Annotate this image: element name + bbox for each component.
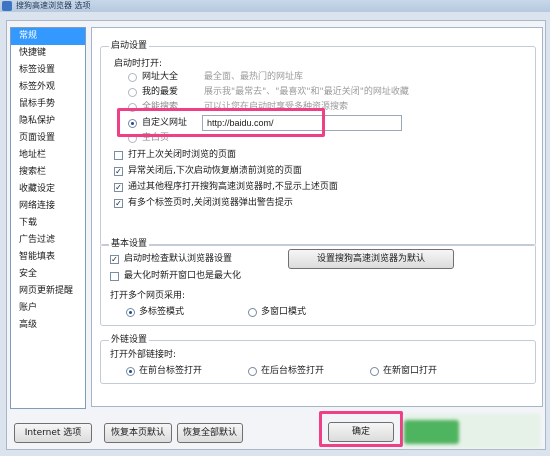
- sidebar-item-page-settings[interactable]: 页面设置: [11, 130, 85, 147]
- basic-group-title: 基本设置: [109, 239, 150, 250]
- check-default-browser-label[interactable]: 启动时检查默认浏览器设置: [124, 253, 232, 265]
- radio-site-directory[interactable]: [128, 73, 137, 82]
- checkbox-close-warning[interactable]: ✓: [114, 199, 123, 208]
- settings-panel: 启动设置 启动时打开: 网址大全 最全面、最热门的网址库 我的最爱 展示我"最常…: [91, 27, 543, 407]
- external-link-group: 外链设置: [100, 335, 536, 384]
- checkbox-maximize-new-window[interactable]: [110, 272, 119, 281]
- sidebar-item-privacy[interactable]: 隐私保护: [11, 113, 85, 130]
- restore-page-defaults-button[interactable]: 恢复本页默认: [104, 423, 172, 443]
- title-bar[interactable]: 搜狗高速浏览器 选项: [0, 0, 550, 12]
- option-my-favorites-label[interactable]: 我的最爱: [142, 86, 178, 98]
- radio-open-new-window[interactable]: [370, 367, 379, 376]
- options-window: 搜狗高速浏览器 选项 常规 快捷键 标签设置 标签外观 鼠标手势 隐私保护 页面…: [0, 0, 550, 456]
- multi-window-mode-label[interactable]: 多窗口模式: [261, 306, 306, 318]
- external-open-label: 打开外部链接时:: [110, 350, 177, 360]
- checkbox-crash-recovery[interactable]: ✓: [114, 167, 123, 176]
- radio-multi-tab-mode[interactable]: [126, 308, 135, 317]
- sidebar-item-tab-appearance[interactable]: 标签外观: [11, 79, 85, 96]
- crash-recovery-label[interactable]: 异常关闭后,下次启动恢复崩溃前浏览的页面: [128, 165, 302, 177]
- sidebar-item-account[interactable]: 账户: [11, 300, 85, 317]
- sidebar-item-address-bar[interactable]: 地址栏: [11, 147, 85, 164]
- radio-open-foreground-tab[interactable]: [126, 367, 135, 376]
- external-link-group-title: 外链设置: [109, 335, 150, 346]
- sidebar-item-tab-settings[interactable]: 标签设置: [11, 62, 85, 79]
- open-new-window-label[interactable]: 在新窗口打开: [383, 365, 437, 377]
- set-default-browser-button[interactable]: 设置搜狗高速浏览器为默认: [288, 249, 454, 269]
- app-icon: [2, 1, 12, 11]
- restore-all-defaults-button[interactable]: 恢复全部默认: [177, 423, 243, 443]
- external-open-skip-label[interactable]: 通过其他程序打开搜狗高速浏览器时,不显示上述页面: [128, 181, 338, 193]
- restore-last-session-label[interactable]: 打开上次关闭时浏览的页面: [128, 149, 236, 161]
- blurred-cancel-button: [404, 420, 459, 444]
- open-background-tab-label[interactable]: 在后台标签打开: [261, 365, 324, 377]
- category-list[interactable]: 常规 快捷键 标签设置 标签外观 鼠标手势 隐私保护 页面设置 地址栏 搜索栏 …: [10, 27, 86, 409]
- window-title: 搜狗高速浏览器 选项: [16, 1, 91, 10]
- checkbox-restore-last-session[interactable]: [114, 151, 123, 160]
- sidebar-item-page-update[interactable]: 网页更新提醒: [11, 283, 85, 300]
- sidebar-item-favorites[interactable]: 收藏设定: [11, 181, 85, 198]
- sidebar-item-general[interactable]: 常规: [11, 28, 85, 45]
- option-site-directory-label[interactable]: 网址大全: [142, 71, 178, 83]
- sidebar-item-mouse-gestures[interactable]: 鼠标手势: [11, 96, 85, 113]
- checkbox-check-default-browser[interactable]: ✓: [110, 255, 119, 264]
- sidebar-item-autofill[interactable]: 智能填表: [11, 249, 85, 266]
- sidebar-item-network[interactable]: 网络连接: [11, 198, 85, 215]
- multi-tab-mode-label[interactable]: 多标签模式: [139, 306, 184, 318]
- sidebar-item-security[interactable]: 安全: [11, 266, 85, 283]
- radio-open-background-tab[interactable]: [248, 367, 257, 376]
- radio-my-favorites[interactable]: [128, 88, 137, 97]
- startup-open-label: 启动时打开:: [114, 59, 163, 69]
- sidebar-item-advanced[interactable]: 高级: [11, 317, 85, 334]
- multi-page-label: 打开多个网页采用:: [110, 291, 186, 301]
- sidebar-item-search-bar[interactable]: 搜索栏: [11, 164, 85, 181]
- checkbox-external-open-skip[interactable]: ✓: [114, 183, 123, 192]
- sidebar-item-download[interactable]: 下载: [11, 215, 85, 232]
- sidebar-item-shortcuts[interactable]: 快捷键: [11, 45, 85, 62]
- option-site-directory-desc: 最全面、最热门的网址库: [204, 72, 304, 82]
- highlight-box-ok: [319, 411, 403, 447]
- open-foreground-tab-label[interactable]: 在前台标签打开: [139, 365, 202, 377]
- internet-options-button[interactable]: Internet 选项: [14, 423, 92, 443]
- startup-group-title: 启动设置: [109, 41, 150, 52]
- close-warning-label[interactable]: 有多个标签页时,关闭浏览器弹出警告提示: [128, 197, 293, 209]
- radio-multi-window-mode[interactable]: [248, 308, 257, 317]
- highlight-box-custom-url: [117, 108, 325, 137]
- option-my-favorites-desc: 展示我"最常去"、"最喜欢"和"最近关闭"的网址收藏: [204, 87, 409, 97]
- maximize-new-window-label[interactable]: 最大化时新开窗口也是最大化: [124, 270, 241, 282]
- sidebar-item-ad-filter[interactable]: 广告过滤: [11, 232, 85, 249]
